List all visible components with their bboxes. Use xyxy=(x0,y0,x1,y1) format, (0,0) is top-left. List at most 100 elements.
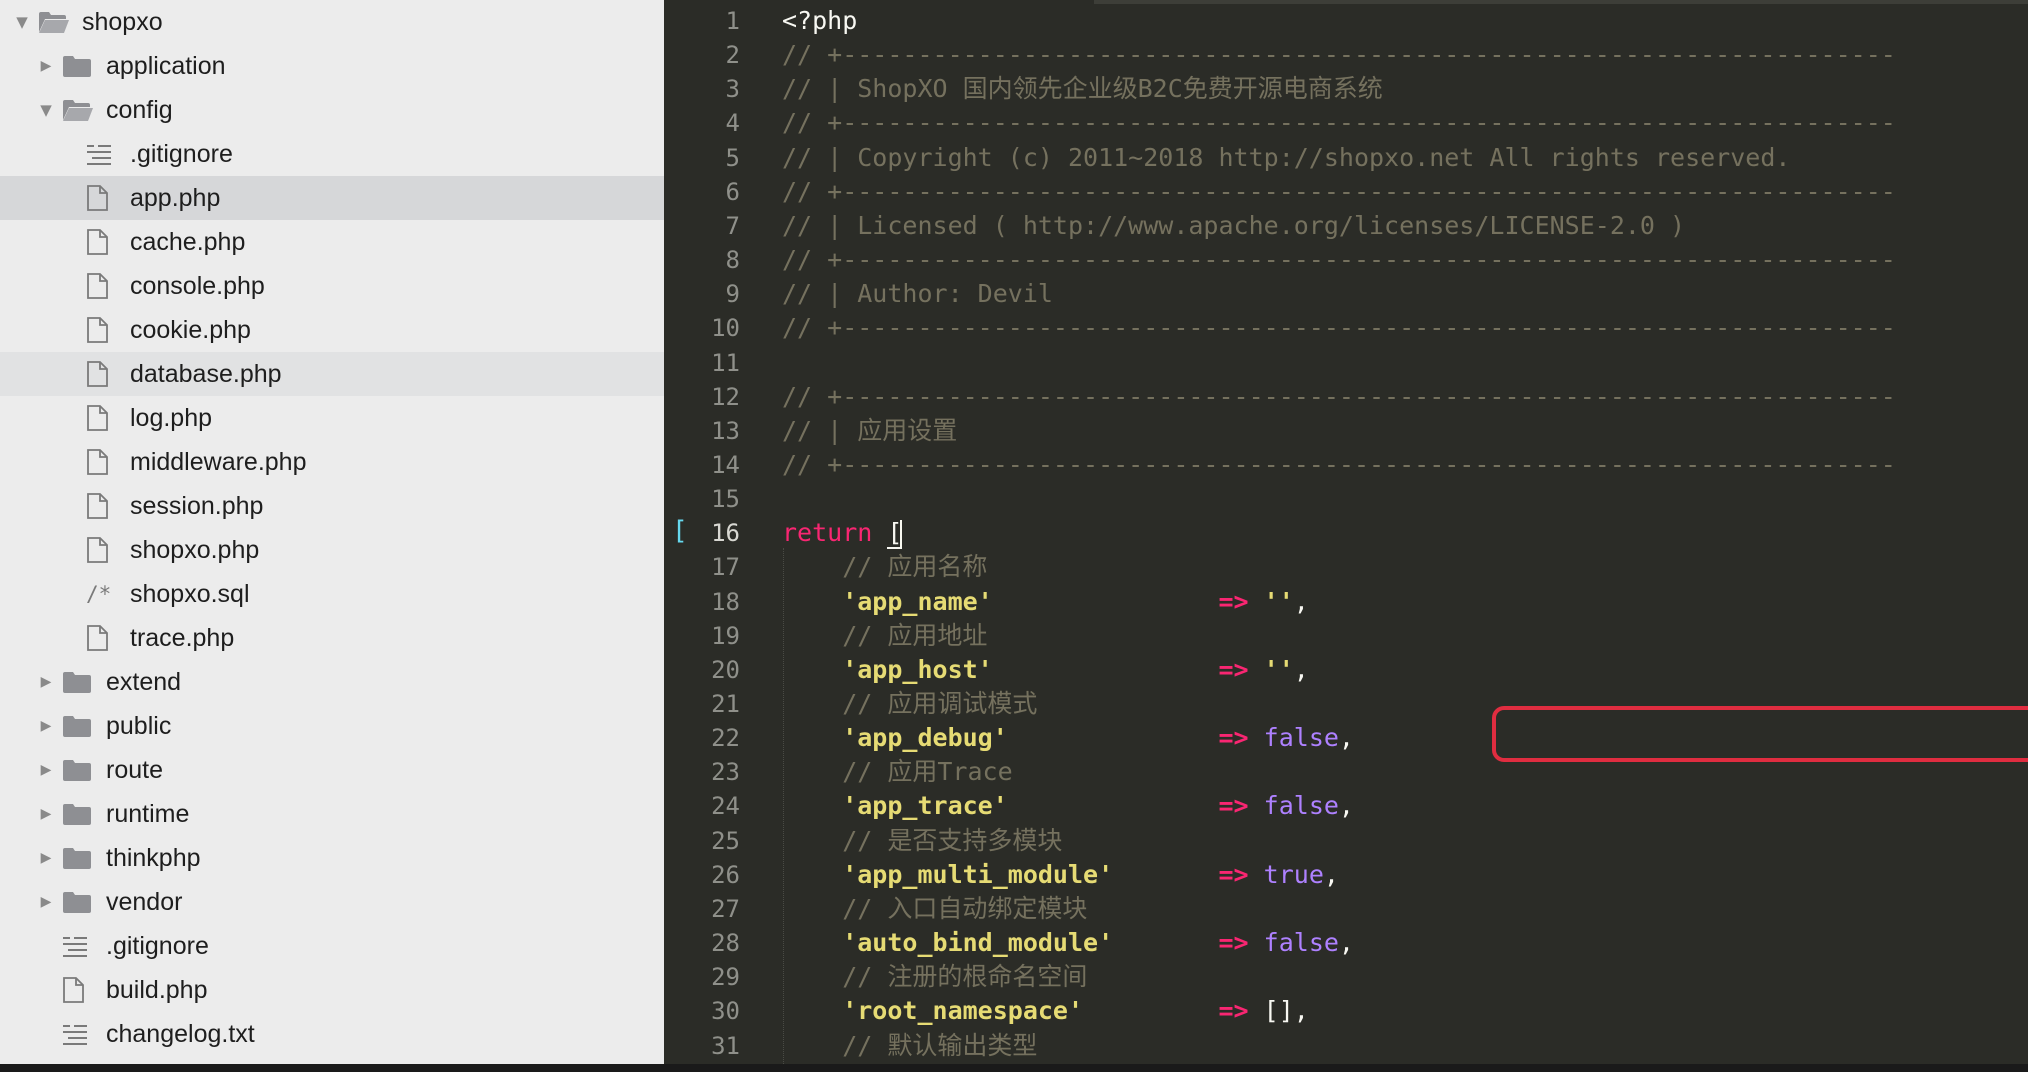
folder-icon xyxy=(62,44,92,88)
tree-item-label: session.php xyxy=(130,492,264,520)
chevron-down-icon[interactable]: ▼ xyxy=(10,0,34,44)
code-line[interactable]: // | Copyright (c) 2011~2018 http://shop… xyxy=(782,141,1790,175)
tree-item-label: cookie.php xyxy=(130,316,251,344)
code-token-comment: // +------------------------------------… xyxy=(782,382,1896,411)
code-line[interactable]: // 注册的根命名空间 xyxy=(782,960,1087,994)
code-token-str: '' xyxy=(1248,587,1294,616)
code-token-comment: // 入口自动绑定模块 xyxy=(782,894,1088,923)
line-number: 12 xyxy=(711,383,740,411)
code-line[interactable]: 'app_name' => '', xyxy=(782,585,1309,619)
file-row-console-php[interactable]: console.php xyxy=(0,264,664,308)
code-line[interactable]: // | ShopXO 国内领先企业级B2C免费开源电商系统 xyxy=(782,72,1383,106)
tree-item-label: app.php xyxy=(130,184,221,212)
file-row-app-php[interactable]: app.php xyxy=(0,176,664,220)
tab-strip xyxy=(1094,0,2028,4)
code-token-comment: // +------------------------------------… xyxy=(782,40,1896,69)
code-line[interactable]: 'app_trace' => false, xyxy=(782,789,1354,823)
chevron-right-icon[interactable]: ▶ xyxy=(34,792,58,836)
code-line[interactable]: // | Author: Devil xyxy=(782,277,1053,311)
file-row-log-php[interactable]: log.php xyxy=(0,396,664,440)
chevron-right-icon[interactable]: ▶ xyxy=(34,44,58,88)
code-token-comment: // 应用Trace xyxy=(782,757,1013,786)
code-line[interactable]: // +------------------------------------… xyxy=(782,38,1896,72)
folder-row-application[interactable]: ▶ application xyxy=(0,44,664,88)
folder-row-runtime[interactable]: ▶ runtime xyxy=(0,792,664,836)
line-number: 22 xyxy=(711,724,740,752)
file-row-cookie-php[interactable]: cookie.php xyxy=(0,308,664,352)
code-token-comment: // +------------------------------------… xyxy=(782,245,1896,274)
code-line[interactable]: // 默认输出类型 xyxy=(782,1029,1037,1063)
chevron-right-icon[interactable]: ▶ xyxy=(34,880,58,924)
code-line[interactable]: // +------------------------------------… xyxy=(782,175,1896,209)
code-line[interactable]: 'app_multi_module' => true, xyxy=(782,858,1339,892)
file-row-gitignore[interactable]: .gitignore xyxy=(0,924,664,968)
code-line[interactable]: // +------------------------------------… xyxy=(782,380,1896,414)
sql-file-icon: /* xyxy=(86,572,111,616)
folder-row-extend[interactable]: ▶ extend xyxy=(0,660,664,704)
code-line[interactable]: // 是否支持多模块 xyxy=(782,824,1062,858)
folder-row-route[interactable]: ▶ route xyxy=(0,748,664,792)
file-row-cache-php[interactable]: cache.php xyxy=(0,220,664,264)
file-row-middleware-php[interactable]: middleware.php xyxy=(0,440,664,484)
chevron-right-icon[interactable]: ▶ xyxy=(34,704,58,748)
line-number: 26 xyxy=(711,861,740,889)
code-token-punc xyxy=(1008,791,1219,820)
tree-item-label: log.php xyxy=(130,404,213,432)
file-row-database-php[interactable]: database.php xyxy=(0,352,664,396)
code-token-punc xyxy=(993,587,1219,616)
folder-row-config[interactable]: ▼ config xyxy=(0,88,664,132)
chevron-right-icon[interactable]: ▶ xyxy=(34,660,58,704)
code-line[interactable]: // 应用名称 xyxy=(782,550,987,584)
line-number: 1 xyxy=(725,7,740,35)
code-token-comment: // | ShopXO 国内领先企业级B2C免费开源电商系统 xyxy=(782,74,1383,103)
code-line[interactable]: return [ xyxy=(782,516,903,550)
tree-item-label: .gitignore xyxy=(130,140,233,168)
code-line[interactable]: 'auto_bind_module' => false, xyxy=(782,926,1354,960)
folder-row-public[interactable]: ▶ public xyxy=(0,704,664,748)
text-file-icon xyxy=(86,132,112,176)
folder-row-thinkphp[interactable]: ▶ thinkphp xyxy=(0,836,664,880)
code-editor[interactable]: [ 1 2 3 4 5 6 7 8 9 10 11 12 13 14 15 16 17 18 19 20 21 22 23 2… xyxy=(664,0,2028,1064)
code-token-const: false xyxy=(1248,791,1339,820)
tree-item-label: route xyxy=(106,756,163,784)
tree-item-label: public xyxy=(106,712,172,740)
file-row-shopxo-php[interactable]: shopxo.php xyxy=(0,528,664,572)
folder-row-shopxo[interactable]: ▼ shopxo xyxy=(0,0,664,44)
code-line[interactable]: // 应用地址 xyxy=(782,619,987,653)
code-line[interactable]: // | 应用设置 xyxy=(782,414,957,448)
sql-glyph: /* xyxy=(86,582,112,606)
chevron-right-icon[interactable]: ▶ xyxy=(34,748,58,792)
code-line[interactable]: // | Licensed ( http://www.apache.org/li… xyxy=(782,209,1685,243)
tree-item-label: application xyxy=(106,52,226,80)
code-line[interactable]: // +------------------------------------… xyxy=(782,243,1896,277)
tree-item-label: cache.php xyxy=(130,228,246,256)
file-row-shopxo-sql[interactable]: /* shopxo.sql xyxy=(0,572,664,616)
folder-row-vendor[interactable]: ▶ vendor xyxy=(0,880,664,924)
tree-item-label: runtime xyxy=(106,800,190,828)
text-cursor xyxy=(900,520,903,548)
code-token-str: 'app_trace' xyxy=(782,791,1008,820)
file-row-session-php[interactable]: session.php xyxy=(0,484,664,528)
code-line[interactable]: // +------------------------------------… xyxy=(782,448,1896,482)
code-line[interactable]: // 应用调试模式 xyxy=(782,687,1037,721)
code-line[interactable]: // 应用Trace xyxy=(782,755,1013,789)
code-line[interactable]: <?php xyxy=(782,4,857,38)
tree-item-label: thinkphp xyxy=(106,844,201,872)
code-line[interactable]: // +------------------------------------… xyxy=(782,311,1896,345)
code-line[interactable]: 'root_namespace' => [], xyxy=(782,994,1309,1028)
code-token-op: => xyxy=(1218,587,1249,616)
file-row-gitignore[interactable]: .gitignore xyxy=(0,132,664,176)
chevron-down-icon[interactable]: ▼ xyxy=(34,88,58,132)
code-token-comment: // | Author: Devil xyxy=(782,279,1053,308)
code-token-comment: // 应用地址 xyxy=(782,621,988,650)
code-token-str: 'auto_bind_module' xyxy=(782,928,1114,957)
line-number: 17 xyxy=(711,553,740,581)
code-line[interactable]: 'app_host' => '', xyxy=(782,653,1309,687)
code-line[interactable]: 'app_debug' => false, xyxy=(782,721,1354,755)
chevron-right-icon[interactable]: ▶ xyxy=(34,836,58,880)
code-line[interactable]: // +------------------------------------… xyxy=(782,106,1896,140)
file-row-changelog-txt[interactable]: changelog.txt xyxy=(0,1012,664,1056)
code-line[interactable]: // 入口自动绑定模块 xyxy=(782,892,1087,926)
file-row-trace-php[interactable]: trace.php xyxy=(0,616,664,660)
file-row-build-php[interactable]: build.php xyxy=(0,968,664,1012)
